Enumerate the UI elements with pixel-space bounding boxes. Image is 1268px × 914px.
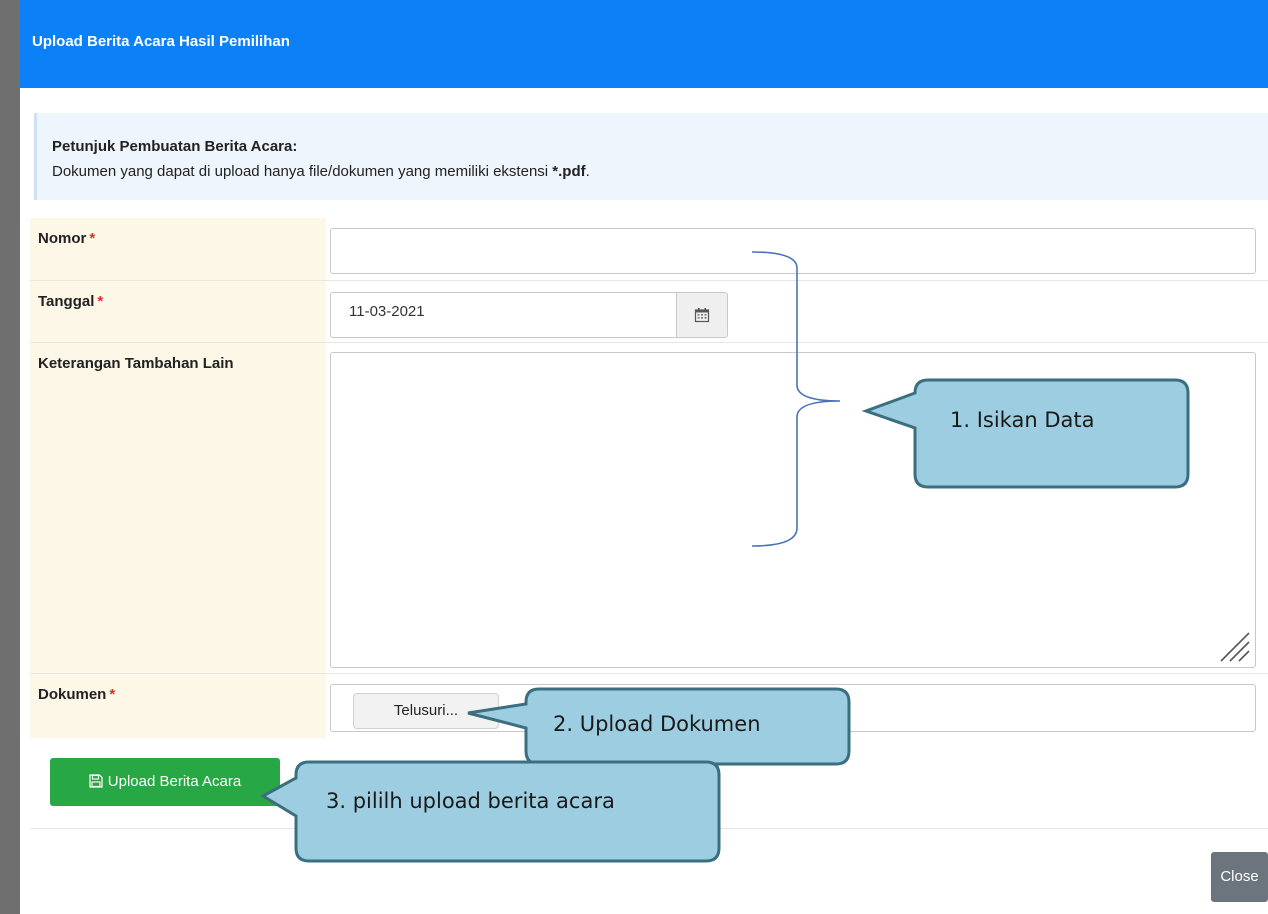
callout-step3-text: 3. pililh upload berita acara [326, 789, 615, 813]
upload-modal: Upload Berita Acara Hasil Pemilihan Petu… [20, 0, 1268, 914]
required-marker: * [89, 230, 96, 247]
upload-button-label: Upload Berita Acara [107, 773, 242, 790]
close-button[interactable]: Close [1211, 852, 1268, 902]
keterangan-row: Keterangan Tambahan Lain [30, 343, 1268, 674]
instruction-box: Petunjuk Pembuatan Berita Acara: Dokumen… [34, 113, 1268, 200]
instruction-text-end: . [585, 163, 590, 180]
nomor-label-text: Nomor [38, 230, 87, 247]
nomor-row: Nomor * [30, 218, 1268, 281]
dokumen-label-cell: Dokumen * [30, 674, 326, 738]
callout-step2-text: 2. Upload Dokumen [553, 712, 761, 736]
required-marker: * [97, 293, 104, 310]
tanggal-label-text: Tanggal [38, 293, 95, 310]
modal-header: Upload Berita Acara Hasil Pemilihan [20, 0, 1268, 88]
window-left-edge [0, 0, 20, 914]
nomor-label: Nomor * [38, 230, 95, 247]
upload-berita-acara-button[interactable]: Upload Berita Acara [50, 758, 280, 806]
keterangan-label: Keterangan Tambahan Lain [38, 355, 234, 372]
tanggal-input[interactable]: 11-03-2021 [330, 292, 678, 338]
tanggal-label: Tanggal * [38, 293, 103, 310]
save-icon [89, 774, 103, 788]
instruction-title: Petunjuk Pembuatan Berita Acara: [52, 138, 298, 155]
calendar-icon [694, 308, 710, 323]
keterangan-textarea[interactable] [330, 352, 1256, 668]
nomor-label-cell: Nomor * [30, 218, 326, 281]
callout-step1-text: 1. Isikan Data [950, 408, 1095, 432]
tanggal-row: Tanggal * 11-03-2021 [30, 281, 1268, 343]
resize-grip-icon[interactable] [1215, 627, 1251, 663]
required-marker: * [109, 686, 116, 703]
modal-title: Upload Berita Acara Hasil Pemilihan [32, 33, 290, 50]
instruction-text-main: Dokumen yang dapat di upload hanya file/… [52, 163, 553, 180]
tanggal-value: 11-03-2021 [349, 303, 425, 320]
dokumen-label-text: Dokumen [38, 686, 107, 703]
dokumen-label: Dokumen * [38, 686, 115, 703]
instruction-text: Dokumen yang dapat di upload hanya file/… [52, 163, 590, 180]
calendar-button[interactable] [676, 292, 728, 338]
nomor-input[interactable] [330, 228, 1256, 274]
browse-button[interactable]: Telusuri... [353, 693, 499, 729]
tanggal-label-cell: Tanggal * [30, 281, 326, 343]
footer-divider [30, 828, 1268, 829]
keterangan-label-cell: Keterangan Tambahan Lain [30, 343, 326, 674]
instruction-extension: *.pdf [552, 163, 586, 180]
dokumen-file-input[interactable]: Telusuri... [330, 684, 1256, 732]
